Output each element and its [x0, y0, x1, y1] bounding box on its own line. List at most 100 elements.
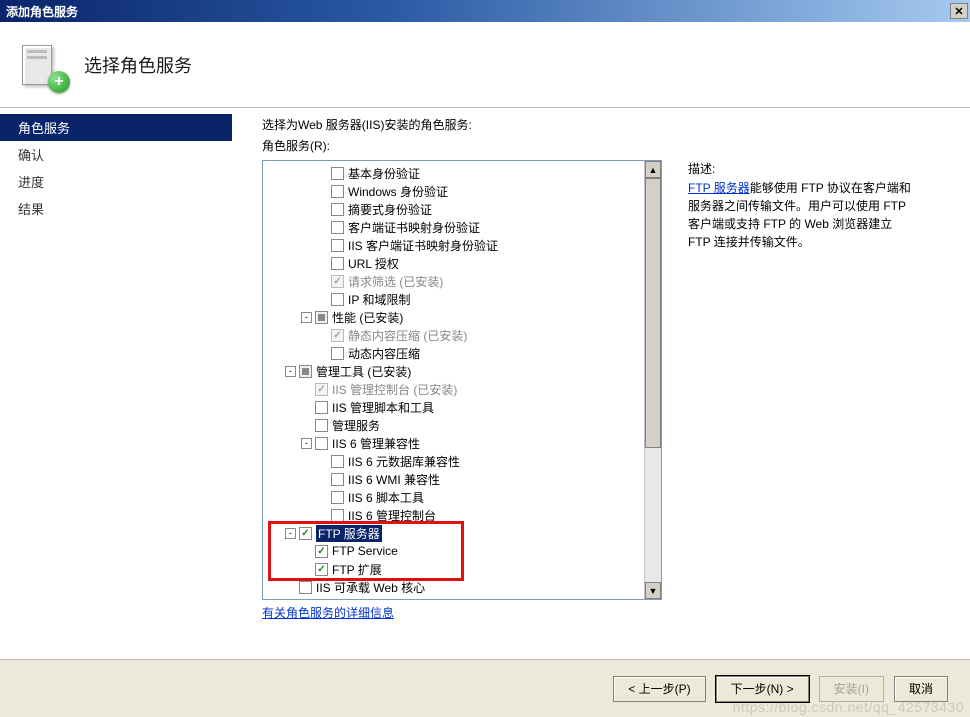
tree-label[interactable]: IIS 6 脚本工具 [348, 489, 424, 506]
tree-row[interactable]: IIS 管理控制台 (已安装) [263, 380, 661, 398]
cancel-button[interactable]: 取消 [894, 676, 948, 702]
page-title: 选择角色服务 [84, 52, 192, 78]
tree-row[interactable]: - IIS 6 管理兼容性 [263, 434, 661, 452]
checkbox[interactable] [331, 185, 344, 198]
tree-row[interactable]: - 性能 (已安装) [263, 308, 661, 326]
expand-toggle-icon[interactable]: - [301, 438, 312, 449]
tree-label[interactable]: 管理服务 [332, 417, 380, 434]
tree-row[interactable]: 摘要式身份验证 [263, 200, 661, 218]
previous-button[interactable]: < 上一步(P) [613, 676, 705, 702]
checkbox[interactable] [331, 509, 344, 522]
checkbox[interactable] [299, 527, 312, 540]
checkbox [331, 275, 344, 288]
tree-row[interactable]: 静态内容压缩 (已安装) [263, 326, 661, 344]
checkbox[interactable] [315, 401, 328, 414]
tree-label[interactable]: Windows 身份验证 [348, 183, 448, 200]
wizard-step-2[interactable]: 进度 [0, 168, 232, 195]
description-title: 描述: [688, 160, 912, 177]
checkbox[interactable] [331, 347, 344, 360]
tree-label[interactable]: IIS 管理脚本和工具 [332, 399, 434, 416]
expand-toggle-icon[interactable]: - [285, 366, 296, 377]
tree-label[interactable]: FTP 扩展 [332, 561, 382, 578]
tree-row[interactable]: 基本身份验证 [263, 164, 661, 182]
checkbox[interactable] [331, 293, 344, 306]
scroll-up-button[interactable]: ▲ [645, 161, 661, 178]
tree-row[interactable]: IIS 6 元数据库兼容性 [263, 452, 661, 470]
wizard-header: + 选择角色服务 [0, 22, 970, 108]
tree-row[interactable]: IIS 6 WMI 兼容性 [263, 470, 661, 488]
scroll-down-button[interactable]: ▼ [645, 582, 661, 599]
tree-scrollbar[interactable]: ▲ ▼ [644, 161, 661, 599]
next-button[interactable]: 下一步(N) > [716, 676, 809, 702]
checkbox[interactable] [315, 545, 328, 558]
instruction-text: 选择为Web 服务器(IIS)安装的角色服务: [262, 116, 956, 133]
tree-row[interactable]: IIS 6 脚本工具 [263, 488, 661, 506]
tree-row[interactable]: 请求筛选 (已安装) [263, 272, 661, 290]
tree-label[interactable]: 管理工具 (已安装) [316, 363, 411, 380]
tree-row[interactable]: 动态内容压缩 [263, 344, 661, 362]
checkbox[interactable] [331, 239, 344, 252]
checkbox[interactable] [299, 365, 312, 378]
tree-row[interactable]: FTP 扩展 [263, 560, 661, 578]
tree-label[interactable]: 客户端证书映射身份验证 [348, 219, 480, 236]
checkbox[interactable] [315, 311, 328, 324]
tree-row[interactable]: - 管理工具 (已安装) [263, 362, 661, 380]
checkbox[interactable] [331, 167, 344, 180]
tree-row[interactable]: IP 和域限制 [263, 290, 661, 308]
checkbox[interactable] [315, 419, 328, 432]
wizard-step-3[interactable]: 结果 [0, 195, 232, 222]
tree-label[interactable]: IIS 6 元数据库兼容性 [348, 453, 460, 470]
tree-label[interactable]: 动态内容压缩 [348, 345, 420, 362]
tree-label[interactable]: FTP 服务器 [316, 525, 382, 542]
more-info-link[interactable]: 有关角色服务的详细信息 [262, 604, 956, 621]
checkbox[interactable] [331, 203, 344, 216]
checkbox[interactable] [331, 491, 344, 504]
tree-label[interactable]: IP 和域限制 [348, 291, 410, 308]
tree-row[interactable]: IIS 管理脚本和工具 [263, 398, 661, 416]
role-services-tree[interactable]: 基本身份验证Windows 身份验证摘要式身份验证客户端证书映射身份验证IIS … [262, 160, 662, 600]
tree-row[interactable]: IIS 可承载 Web 核心 [263, 578, 661, 596]
description-body: FTP 服务器能够使用 FTP 协议在客户端和服务器之间传输文件。用户可以使用 … [688, 179, 912, 251]
scroll-thumb[interactable] [645, 178, 661, 448]
tree-label[interactable]: IIS 6 WMI 兼容性 [348, 471, 440, 488]
description-link[interactable]: FTP 服务器 [688, 181, 750, 195]
close-icon: ✕ [954, 5, 963, 18]
expand-toggle-icon[interactable]: - [301, 312, 312, 323]
checkbox[interactable] [315, 437, 328, 450]
tree-row[interactable]: IIS 6 管理控制台 [263, 506, 661, 524]
description-pane: 描述: FTP 服务器能够使用 FTP 协议在客户端和服务器之间传输文件。用户可… [688, 160, 912, 600]
tree-row[interactable]: 管理服务 [263, 416, 661, 434]
tree-label[interactable]: IIS 客户端证书映射身份验证 [348, 237, 498, 254]
checkbox[interactable] [299, 581, 312, 594]
tree-label[interactable]: 性能 (已安装) [332, 309, 403, 326]
list-label: 角色服务(R): [262, 137, 956, 154]
checkbox [315, 383, 328, 396]
tree-label[interactable]: FTP Service [332, 544, 398, 558]
checkbox[interactable] [331, 473, 344, 486]
tree-row[interactable]: Windows 身份验证 [263, 182, 661, 200]
checkbox[interactable] [331, 221, 344, 234]
checkbox[interactable] [331, 257, 344, 270]
close-button[interactable]: ✕ [950, 3, 968, 19]
title-bar: 添加角色服务 ✕ [0, 0, 970, 22]
wizard-step-0[interactable]: 角色服务 [0, 114, 232, 141]
tree-label[interactable]: IIS 6 管理控制台 [348, 507, 436, 524]
tree-label[interactable]: IIS 6 管理兼容性 [332, 435, 420, 452]
tree-row[interactable]: IIS 客户端证书映射身份验证 [263, 236, 661, 254]
tree-row[interactable]: - FTP 服务器 [263, 524, 661, 542]
tree-row[interactable]: URL 授权 [263, 254, 661, 272]
tree-label[interactable]: IIS 可承载 Web 核心 [316, 579, 425, 596]
tree-label[interactable]: 静态内容压缩 (已安装) [348, 327, 467, 344]
tree-label[interactable]: 基本身份验证 [348, 165, 420, 182]
checkbox[interactable] [315, 563, 328, 576]
tree-row[interactable]: 客户端证书映射身份验证 [263, 218, 661, 236]
tree-row[interactable]: FTP Service [263, 542, 661, 560]
tree-label[interactable]: IIS 管理控制台 (已安装) [332, 381, 457, 398]
checkbox[interactable] [331, 455, 344, 468]
wizard-step-1[interactable]: 确认 [0, 141, 232, 168]
tree-label[interactable]: 摘要式身份验证 [348, 201, 432, 218]
expand-toggle-icon[interactable]: - [285, 528, 296, 539]
tree-label[interactable]: 请求筛选 (已安装) [348, 273, 443, 290]
wizard-steps: 角色服务确认进度结果 [0, 108, 232, 659]
tree-label[interactable]: URL 授权 [348, 255, 399, 272]
